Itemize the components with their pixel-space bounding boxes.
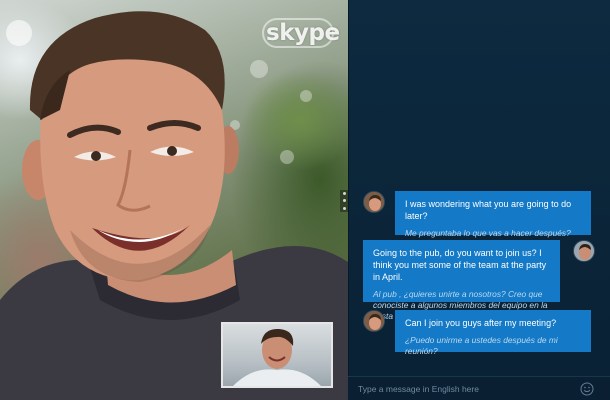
- avatar: [363, 191, 385, 213]
- avatar: [363, 310, 385, 332]
- chat-pane: I was wondering what you are going to do…: [348, 0, 610, 400]
- compose-bar: [348, 376, 610, 400]
- more-options-icon[interactable]: [340, 190, 348, 212]
- message-bubble: Going to the pub, do you want to join us…: [363, 240, 560, 321]
- message-original-text: Can I join you guys after my meeting?: [405, 318, 557, 328]
- self-video-preview[interactable]: [221, 322, 333, 388]
- self-participant-figure: [233, 328, 321, 386]
- remote-video: skype: [0, 0, 348, 400]
- message-bubble: Can I join you guys after my meeting? ¿P…: [395, 310, 591, 356]
- message-translation-text: Me preguntaba lo que vas a hacer después…: [405, 228, 571, 238]
- message-bubble: I was wondering what you are going to do…: [395, 191, 591, 238]
- message-translation-text: ¿Puedo unirme a ustedes después de mi re…: [405, 335, 558, 356]
- message-original-text: Going to the pub, do you want to join us…: [373, 248, 547, 282]
- message-input[interactable]: [358, 381, 568, 397]
- avatar: [573, 240, 595, 262]
- smiley-icon[interactable]: [580, 382, 594, 396]
- message-original-text: I was wondering what you are going to do…: [405, 199, 572, 221]
- skype-logo: skype: [266, 20, 340, 46]
